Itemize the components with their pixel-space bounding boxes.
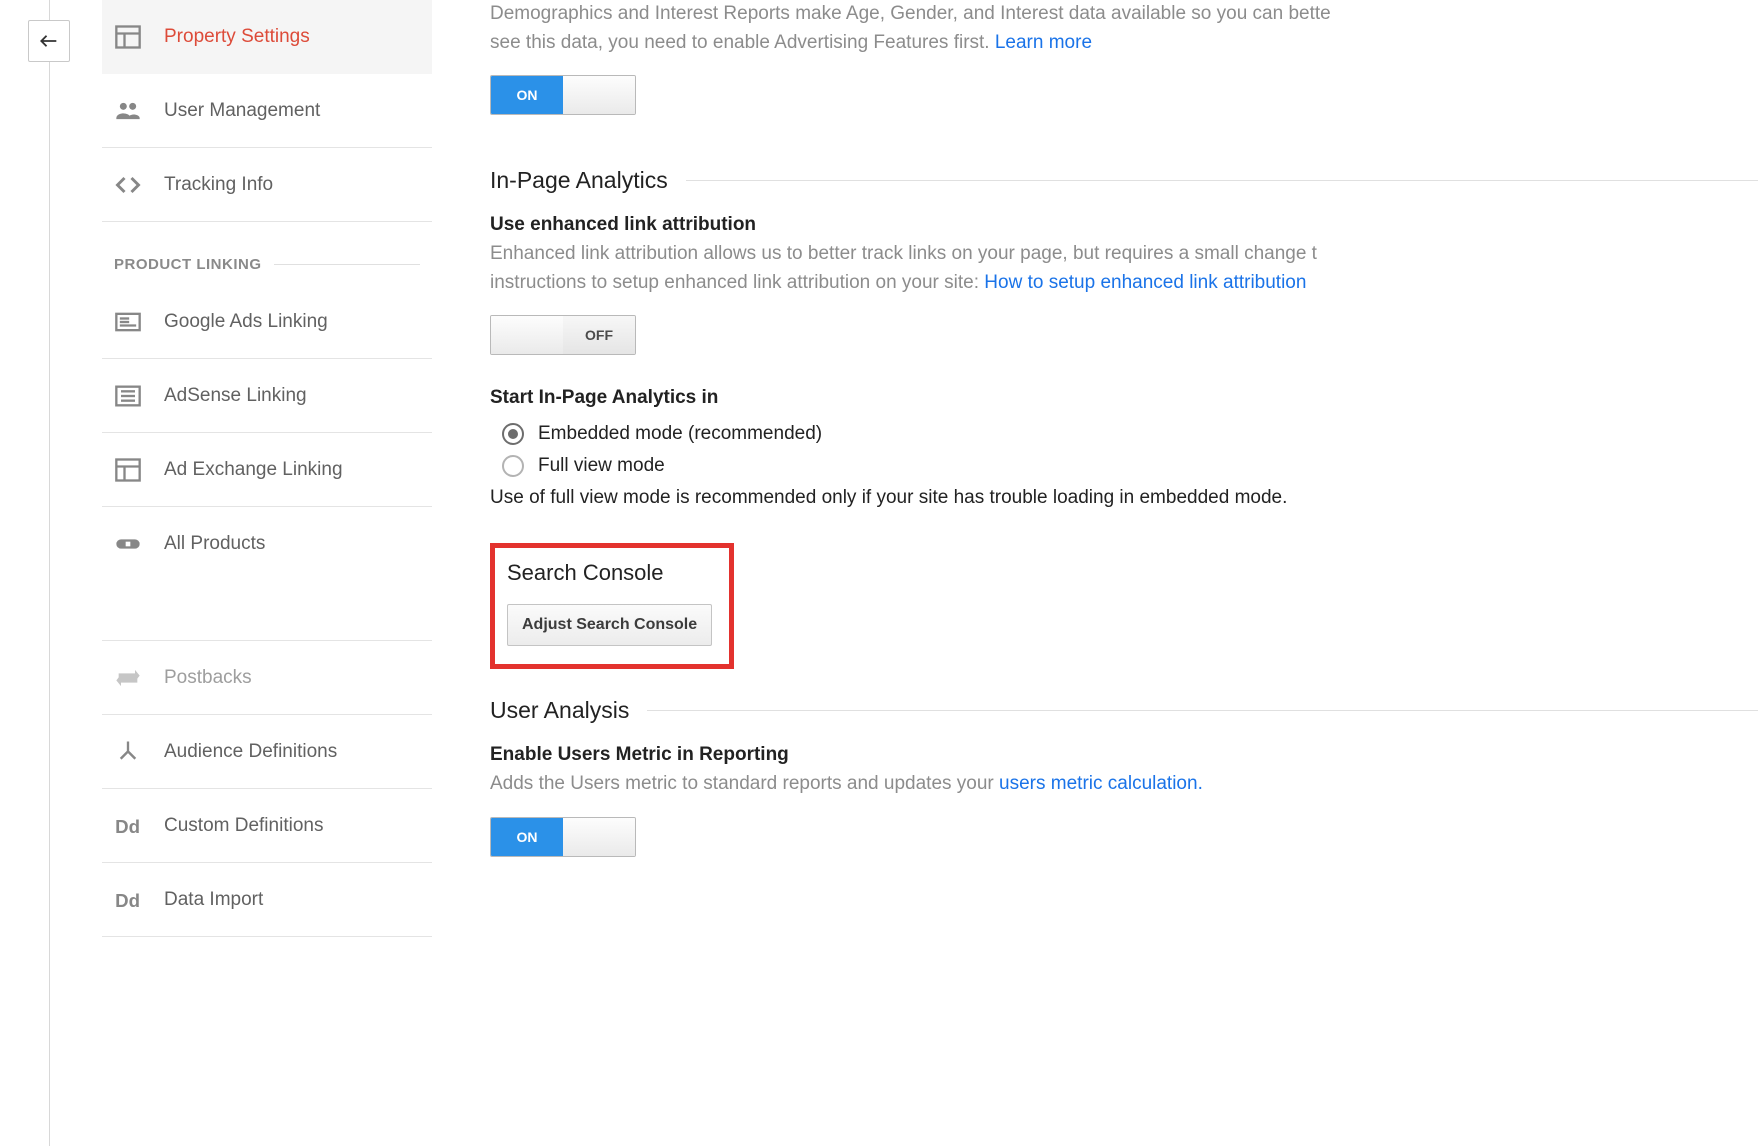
sidebar-item-user-management[interactable]: User Management	[102, 74, 432, 148]
radio-full-view-mode[interactable]: Full view mode	[502, 455, 1758, 477]
sidebar-label: Property Settings	[164, 26, 310, 48]
property-sidebar: Property Settings User Management Tracki…	[102, 0, 432, 937]
sidebar-label: User Management	[164, 100, 320, 122]
sidebar-item-ad-exchange-linking[interactable]: Ad Exchange Linking	[102, 433, 432, 507]
users-icon	[114, 97, 142, 125]
demographics-toggle[interactable]: ON	[490, 75, 636, 115]
back-arrow-icon	[38, 30, 60, 52]
svg-text:Dd: Dd	[115, 890, 140, 911]
sidebar-label: Tracking Info	[164, 174, 273, 196]
sidebar-label: Google Ads Linking	[164, 311, 328, 333]
enable-users-metric-description: Adds the Users metric to standard report…	[490, 770, 1758, 799]
toggle-on-segment	[491, 316, 563, 354]
back-button[interactable]	[28, 20, 70, 62]
users-metric-toggle[interactable]: ON	[490, 817, 636, 857]
sidebar-label: Audience Definitions	[164, 741, 337, 763]
enhanced-link-howto-link[interactable]: How to setup enhanced link attribution	[984, 272, 1306, 293]
sidebar-label: Postbacks	[164, 667, 252, 689]
section-search-console: Search Console	[507, 560, 717, 586]
search-console-highlight: Search Console Adjust Search Console	[490, 543, 734, 669]
toggle-off-segment	[563, 76, 635, 114]
toggle-on-label: ON	[491, 76, 563, 114]
sync-icon	[114, 664, 142, 692]
vertical-divider	[49, 0, 50, 1146]
sidebar-item-data-import[interactable]: Dd Data Import	[102, 863, 432, 937]
sidebar-label: Data Import	[164, 889, 263, 911]
enable-users-metric-label: Enable Users Metric in Reporting	[490, 744, 1758, 766]
adjust-search-console-button[interactable]: Adjust Search Console	[507, 604, 712, 646]
sidebar-label: All Products	[164, 533, 265, 555]
start-inpage-label: Start In-Page Analytics in	[490, 387, 1758, 409]
code-icon	[114, 171, 142, 199]
dd-icon: Dd	[114, 812, 142, 840]
branch-icon	[114, 738, 142, 766]
enhanced-link-attribution-label: Use enhanced link attribution	[490, 214, 1758, 236]
sidebar-heading-product-linking: PRODUCT LINKING	[102, 222, 432, 285]
sidebar-item-custom-definitions[interactable]: Dd Custom Definitions	[102, 789, 432, 863]
news-icon	[114, 308, 142, 336]
sidebar-label: Custom Definitions	[164, 815, 323, 837]
fullview-helper-text: Use of full view mode is recommended onl…	[490, 487, 1758, 509]
sidebar-item-postbacks[interactable]: Postbacks	[102, 641, 432, 715]
toggle-off-label: OFF	[563, 316, 635, 354]
main-content: Demographics and Interest Reports make A…	[490, 0, 1758, 861]
enhanced-link-toggle[interactable]: OFF	[490, 315, 636, 355]
sidebar-item-audience-definitions[interactable]: Audience Definitions	[102, 715, 432, 789]
sidebar-item-property-settings[interactable]: Property Settings	[102, 0, 432, 74]
enhanced-link-description: Enhanced link attribution allows us to b…	[490, 240, 1758, 297]
section-user-analysis: User Analysis	[490, 697, 1758, 724]
users-metric-calculation-link[interactable]: users metric calculation.	[999, 773, 1203, 794]
svg-text:Dd: Dd	[115, 816, 140, 837]
section-inpage-analytics: In-Page Analytics	[490, 167, 1758, 194]
sidebar-item-all-products[interactable]: All Products	[102, 507, 432, 581]
list-icon	[114, 382, 142, 410]
radio-selected-icon	[502, 423, 524, 445]
sidebar-label: AdSense Linking	[164, 385, 307, 407]
layout-icon	[114, 456, 142, 484]
link-icon	[114, 530, 142, 558]
sidebar-label: Ad Exchange Linking	[164, 459, 343, 481]
sidebar-item-adsense-linking[interactable]: AdSense Linking	[102, 359, 432, 433]
sidebar-item-google-ads-linking[interactable]: Google Ads Linking	[102, 285, 432, 359]
toggle-off-segment	[563, 818, 635, 856]
radio-unselected-icon	[502, 455, 524, 477]
demographics-description: Demographics and Interest Reports make A…	[490, 0, 1758, 57]
sidebar-item-tracking-info[interactable]: Tracking Info	[102, 148, 432, 222]
dd-icon: Dd	[114, 886, 142, 914]
learn-more-link[interactable]: Learn more	[995, 32, 1092, 53]
toggle-on-label: ON	[491, 818, 563, 856]
layout-icon	[114, 23, 142, 51]
radio-embedded-mode[interactable]: Embedded mode (recommended)	[502, 423, 1758, 445]
